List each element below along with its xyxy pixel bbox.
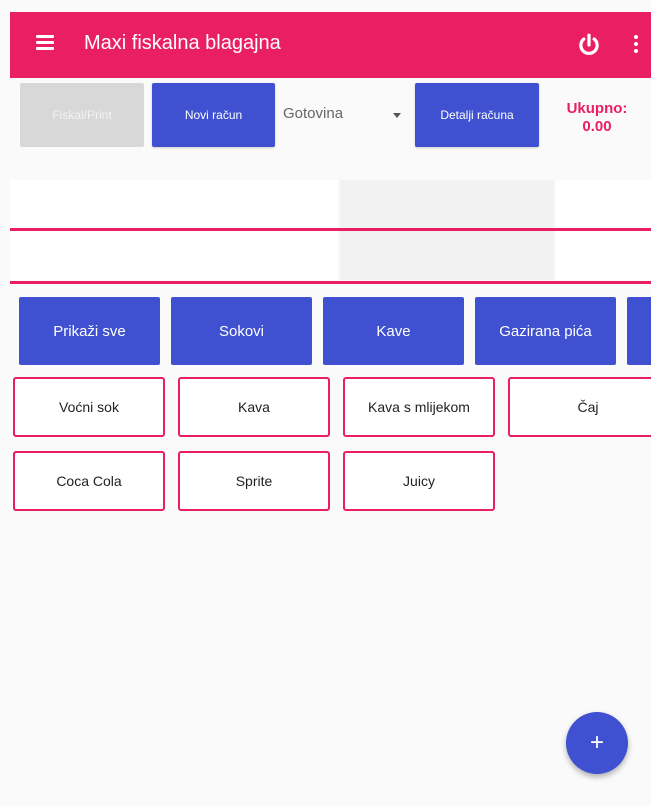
product-button[interactable]: Sprite (178, 451, 330, 511)
receipt-details-button[interactable]: Detalji računa (415, 83, 539, 147)
payment-method-value: Gotovina (283, 105, 344, 122)
product-button[interactable]: Juicy (343, 451, 495, 511)
toolbar: Fiskal/Print Novi račun Gotovina Detalji… (0, 80, 651, 150)
category-bar: Prikaži sve Sokovi Kave Gazirana pića (0, 297, 651, 367)
category-button-all[interactable]: Prikaži sve (19, 297, 160, 365)
power-icon[interactable] (576, 32, 602, 58)
category-button-coffees[interactable]: Kave (323, 297, 464, 365)
category-button-juices[interactable]: Sokovi (171, 297, 312, 365)
product-button[interactable]: Kava (178, 377, 330, 437)
payment-method-select[interactable]: Gotovina (283, 100, 409, 130)
product-button[interactable]: Kava s mlijekom (343, 377, 495, 437)
input-underline-1 (10, 228, 651, 231)
input-underline-2 (10, 281, 651, 284)
fiskal-print-button[interactable]: Fiskal/Print (20, 83, 144, 147)
more-vert-icon[interactable] (634, 35, 638, 55)
new-receipt-button[interactable]: Novi račun (152, 83, 275, 147)
product-button[interactable]: Coca Cola (13, 451, 165, 511)
app-bar: Maxi fiskalna blagajna (10, 12, 651, 78)
product-button[interactable]: Voćni sok (13, 377, 165, 437)
receipt-input-area (0, 180, 651, 290)
menu-icon[interactable] (36, 35, 54, 50)
add-fab-button[interactable]: + (566, 712, 628, 774)
category-button-sodas[interactable]: Gazirana pića (475, 297, 616, 365)
product-button[interactable]: Čaj (508, 377, 651, 437)
dropdown-arrow-icon (393, 113, 401, 118)
total-display: Ukupno: 0.00 (552, 100, 642, 136)
total-label: Ukupno: (566, 100, 628, 117)
app-title: Maxi fiskalna blagajna (84, 32, 281, 54)
product-grid: Voćni sok Kava Kava s mlijekom Čaj Coca … (0, 376, 651, 521)
category-button-more[interactable] (627, 297, 651, 365)
total-value: 0.00 (582, 118, 612, 135)
